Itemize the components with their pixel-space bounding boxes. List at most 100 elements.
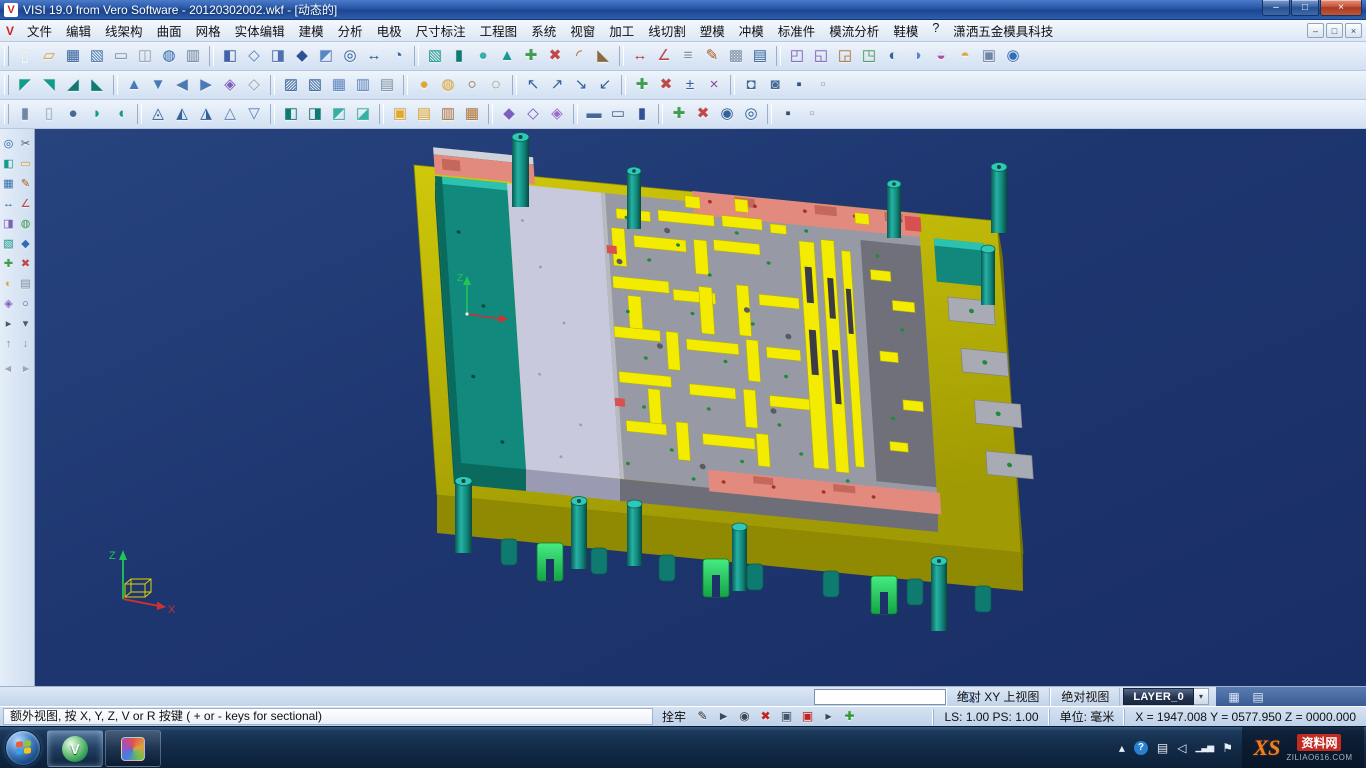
move-up-icon[interactable]: ▲ <box>122 73 146 97</box>
slot-tool-icon[interactable]: ▣ <box>388 102 412 126</box>
pixel-icon[interactable]: ▪ <box>776 102 800 126</box>
menu-item-4[interactable]: 曲面 <box>150 19 189 42</box>
mold-cavity-icon[interactable]: ◱ <box>809 44 833 68</box>
surface-loft-icon[interactable]: ◣ <box>85 73 109 97</box>
select-icon[interactable]: ► <box>715 708 732 725</box>
menu-item-10[interactable]: 尺寸标注 <box>409 19 473 42</box>
tolerance-icon[interactable]: ± <box>678 73 702 97</box>
solid-sphere-icon[interactable]: ● <box>471 44 495 68</box>
analysis-icon[interactable]: ◑ <box>905 44 929 68</box>
visi-taskbar-button[interactable]: V <box>47 730 103 767</box>
vertex-icon[interactable]: ▪ <box>787 73 811 97</box>
menu-item-9[interactable]: 电极 <box>370 19 409 42</box>
wedge-tool-icon[interactable]: ◬ <box>146 102 170 126</box>
pillar-tool-icon[interactable]: ▮ <box>630 102 654 126</box>
menu-item-5[interactable]: 网格 <box>189 19 228 42</box>
mdi-close-button[interactable]: × <box>1345 23 1362 38</box>
node-icon[interactable]: ▫ <box>811 73 835 97</box>
measure-angle-icon[interactable]: ∠ <box>652 44 676 68</box>
fix-icon[interactable]: ◧ <box>1 156 17 172</box>
corner-se-icon[interactable]: ↘ <box>569 73 593 97</box>
hidden-line-icon[interactable]: ◨ <box>266 44 290 68</box>
layout-icon[interactable]: ▥ <box>181 44 205 68</box>
preview-icon[interactable]: ◍ <box>157 44 181 68</box>
delete-entity-icon[interactable]: ✖ <box>654 73 678 97</box>
ghost-icon[interactable]: ▫ <box>800 102 824 126</box>
dimension-icon[interactable]: ≡ <box>676 44 700 68</box>
mold-base-icon[interactable]: ◰ <box>785 44 809 68</box>
remove-standard-icon[interactable]: ✖ <box>691 102 715 126</box>
pocket-tool-icon[interactable]: ◭ <box>170 102 194 126</box>
boolean-union-icon[interactable]: ✚ <box>519 44 543 68</box>
half-section-icon[interactable]: ◐ <box>1 276 17 292</box>
compare-icon[interactable]: ▦ <box>460 102 484 126</box>
pan-view-icon[interactable]: ↔ <box>362 44 386 68</box>
render-icon[interactable]: ◓ <box>953 44 977 68</box>
display-tray-icon[interactable]: ▤ <box>1157 741 1168 755</box>
play-macro-icon[interactable]: ▸ <box>1 316 17 332</box>
region-icon[interactable]: ◙ <box>763 73 787 97</box>
shell-tool-icon[interactable]: ◖ <box>109 102 133 126</box>
rotate-view-icon[interactable]: ◔ <box>386 44 410 68</box>
tray-expand-icon[interactable]: ▴ <box>1119 741 1125 755</box>
help-tray-icon[interactable]: ? <box>1134 741 1148 755</box>
sphere-tool-icon[interactable]: ● <box>61 102 85 126</box>
add-standard-icon[interactable]: ✚ <box>667 102 691 126</box>
maximize-button[interactable]: □ <box>1291 0 1319 16</box>
print-icon[interactable]: ▭ <box>109 44 133 68</box>
active-layer-button[interactable]: LAYER_0 <box>1123 688 1194 705</box>
move-left-icon[interactable]: ◀ <box>170 73 194 97</box>
add-green-icon[interactable]: ✚ <box>841 708 858 725</box>
save-icon[interactable]: ▦ <box>61 44 85 68</box>
materials-icon[interactable]: ◒ <box>929 44 953 68</box>
corner-ne-icon[interactable]: ↗ <box>545 73 569 97</box>
mesh-grid-icon[interactable]: ▥ <box>351 73 375 97</box>
menu-item-22[interactable]: 潇洒五金模具科技 <box>946 19 1060 42</box>
red-box-icon[interactable]: ▣ <box>799 708 816 725</box>
menu-item-14[interactable]: 加工 <box>602 19 641 42</box>
zoom-extents-icon[interactable]: ◩ <box>314 44 338 68</box>
toolpath-icon[interactable]: ◳ <box>857 44 881 68</box>
box-icon[interactable]: ▣ <box>778 708 795 725</box>
rib-tool-icon[interactable]: △ <box>218 102 242 126</box>
mdi-restore-button[interactable]: □ <box>1326 23 1343 38</box>
menu-item-12[interactable]: 系统 <box>524 19 563 42</box>
hole-wizard-icon[interactable]: ◩ <box>327 102 351 126</box>
new-file-icon[interactable]: ▯ <box>13 44 37 68</box>
arc-icon[interactable]: ○ <box>460 73 484 97</box>
simulation-icon[interactable]: ◐ <box>881 44 905 68</box>
corner-sw-icon[interactable]: ↙ <box>593 73 617 97</box>
mesh-coarse-icon[interactable]: ▧ <box>303 73 327 97</box>
start-button[interactable] <box>5 730 41 766</box>
solid-icon[interactable]: ◆ <box>18 236 34 252</box>
gem-solid-icon[interactable]: ◆ <box>497 102 521 126</box>
report-icon[interactable]: ▣ <box>977 44 1001 68</box>
menu-item-8[interactable]: 分析 <box>331 19 370 42</box>
cylinder-tool-icon[interactable]: ▮ <box>13 102 37 126</box>
reference-icon[interactable]: ◎ <box>739 102 763 126</box>
shade-icon[interactable]: ◍ <box>18 216 34 232</box>
help-toolbar-icon[interactable]: ◉ <box>1001 44 1025 68</box>
menu-item-7[interactable]: 建模 <box>292 19 331 42</box>
layer-dropdown-icon[interactable]: ▾ <box>1194 688 1209 705</box>
angle-icon[interactable]: ∠ <box>18 196 34 212</box>
solid-cylinder-icon[interactable]: ▮ <box>447 44 471 68</box>
up-icon[interactable]: ↑ <box>1 336 17 352</box>
keyway-tool-icon[interactable]: ▤ <box>412 102 436 126</box>
plate-tool-icon[interactable]: ▭ <box>606 102 630 126</box>
menu-item-1[interactable]: 文件 <box>20 19 59 42</box>
gem-wire-icon[interactable]: ◇ <box>521 102 545 126</box>
draft-tool-icon[interactable]: ▽ <box>242 102 266 126</box>
move-entity-icon[interactable]: ↔ <box>1 196 17 212</box>
block-icon[interactable]: ◘ <box>739 73 763 97</box>
tube-tool-icon[interactable]: ▯ <box>37 102 61 126</box>
save-all-icon[interactable]: ▧ <box>85 44 109 68</box>
pattern-circular-icon[interactable]: ◨ <box>303 102 327 126</box>
menu-item-21[interactable]: ? <box>925 19 946 42</box>
chamfer-icon[interactable]: ◣ <box>591 44 615 68</box>
trim-icon[interactable]: ✂ <box>18 136 34 152</box>
search-icon[interactable] <box>963 692 972 701</box>
measure-distance-icon[interactable]: ↔ <box>628 44 652 68</box>
gem-icon[interactable]: ◈ <box>1 296 17 312</box>
remove-feature-icon[interactable]: ✖ <box>18 256 34 272</box>
